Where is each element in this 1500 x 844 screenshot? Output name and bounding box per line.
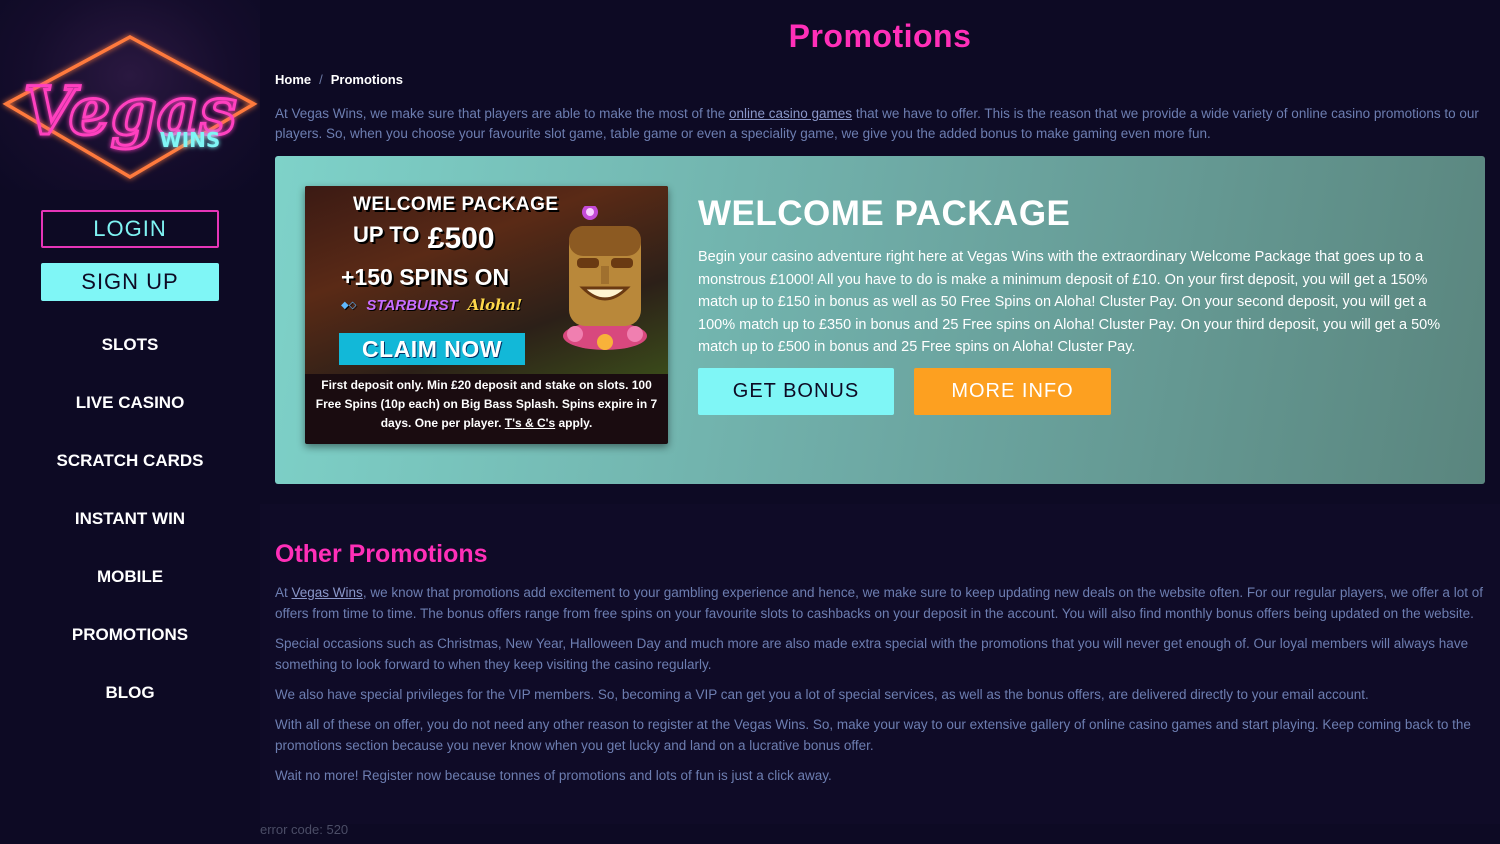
banner-terms: First deposit only. Min £20 deposit and … <box>305 376 668 433</box>
tiki-mascot-icon <box>563 206 647 350</box>
other-paragraph-4: With all of these on offer, you do not n… <box>275 717 1471 753</box>
intro-text-1: At Vegas Wins, we make sure that players… <box>275 106 729 121</box>
other-paragraph-5: Wait no more! Register now because tonne… <box>275 768 832 783</box>
nav-item-scratch-cards[interactable]: SCRATCH CARDS <box>0 432 260 490</box>
breadcrumb-current: Promotions <box>330 72 403 87</box>
nav-item-live-casino[interactable]: LIVE CASINO <box>0 374 260 432</box>
main-content: Promotions Home / Promotions At Vegas Wins… <box>260 0 1500 844</box>
welcome-package-card: WELCOME PACKAGE UP TO £500 +150 SPINS ON… <box>275 156 1485 484</box>
breadcrumb-home[interactable]: Home <box>275 72 311 87</box>
error-code-text: error code: 520 <box>260 822 349 837</box>
other-paragraph-2: Special occasions such as Christmas, New… <box>275 636 1469 672</box>
banner-spins: +150 SPINS ON <box>341 264 510 290</box>
banner-amount: UP TO £500 <box>353 220 495 254</box>
nav-item-promotions[interactable]: PROMOTIONS <box>0 606 260 664</box>
other-p1-rest: , we know that promotions add excitement… <box>275 585 1483 621</box>
more-info-button[interactable]: MORE INFO <box>914 368 1111 415</box>
banner-terms-end: apply. <box>558 416 593 430</box>
main-nav: SLOTS LIVE CASINO SCRATCH CARDS INSTANT … <box>0 316 260 722</box>
game-aloha: Aloha! <box>467 296 523 314</box>
banner-heading: WELCOME PACKAGE <box>353 194 559 215</box>
claim-now-button[interactable]: CLAIM NOW <box>339 333 525 365</box>
sidebar: Vegas WINS LOGIN SIGN UP SLOTS LIVE CASI… <box>0 0 260 844</box>
online-casino-games-link[interactable]: online casino games <box>729 106 852 121</box>
game-starburst: STARBURST <box>366 296 458 314</box>
banner-games: ◆◇ STARBURST Aloha! <box>341 296 522 314</box>
get-bonus-button[interactable]: GET BONUS <box>698 368 894 415</box>
other-promotions-section: Other Promotions At Vegas Wins, we know … <box>260 504 1500 824</box>
banner-amount-prefix: UP TO <box>353 222 420 247</box>
other-promotions-body: At Vegas Wins, we know that promotions a… <box>275 582 1487 795</box>
terms-link[interactable]: T's & C's <box>505 416 555 430</box>
other-paragraph-3: We also have special privileges for the … <box>275 687 1369 702</box>
banner-terms-text: First deposit only. Min £20 deposit and … <box>315 378 658 430</box>
game-badge-icon: ◆◇ <box>341 299 357 311</box>
nav-item-slots[interactable]: SLOTS <box>0 316 260 374</box>
logo-area[interactable]: Vegas WINS <box>0 0 260 190</box>
logo-text-wins: WINS <box>160 128 221 152</box>
page-title: Promotions <box>788 18 972 54</box>
vegas-wins-link[interactable]: Vegas Wins <box>292 585 363 600</box>
other-promotions-title: Other Promotions <box>275 540 488 568</box>
login-button[interactable]: LOGIN <box>41 210 219 248</box>
intro-paragraph: At Vegas Wins, we make sure that players… <box>275 104 1487 144</box>
nav-item-instant-win[interactable]: INSTANT WIN <box>0 490 260 548</box>
other-paragraph-1: At Vegas Wins, we know that promotions a… <box>275 582 1487 624</box>
nav-item-mobile[interactable]: MOBILE <box>0 548 260 606</box>
breadcrumb-separator: / <box>319 72 323 87</box>
banner-amount-value: £500 <box>427 222 495 255</box>
welcome-banner[interactable]: WELCOME PACKAGE UP TO £500 +150 SPINS ON… <box>305 186 668 444</box>
signup-button[interactable]: SIGN UP <box>41 263 219 301</box>
other-p1-start: At <box>275 585 292 600</box>
promo-description: Begin your casino adventure right here a… <box>698 249 1441 355</box>
promo-title: WELCOME PACKAGE <box>698 194 1071 233</box>
vegas-wins-logo: Vegas WINS <box>2 35 258 180</box>
breadcrumb: Home / Promotions <box>275 72 403 87</box>
nav-item-blog[interactable]: BLOG <box>0 664 260 722</box>
